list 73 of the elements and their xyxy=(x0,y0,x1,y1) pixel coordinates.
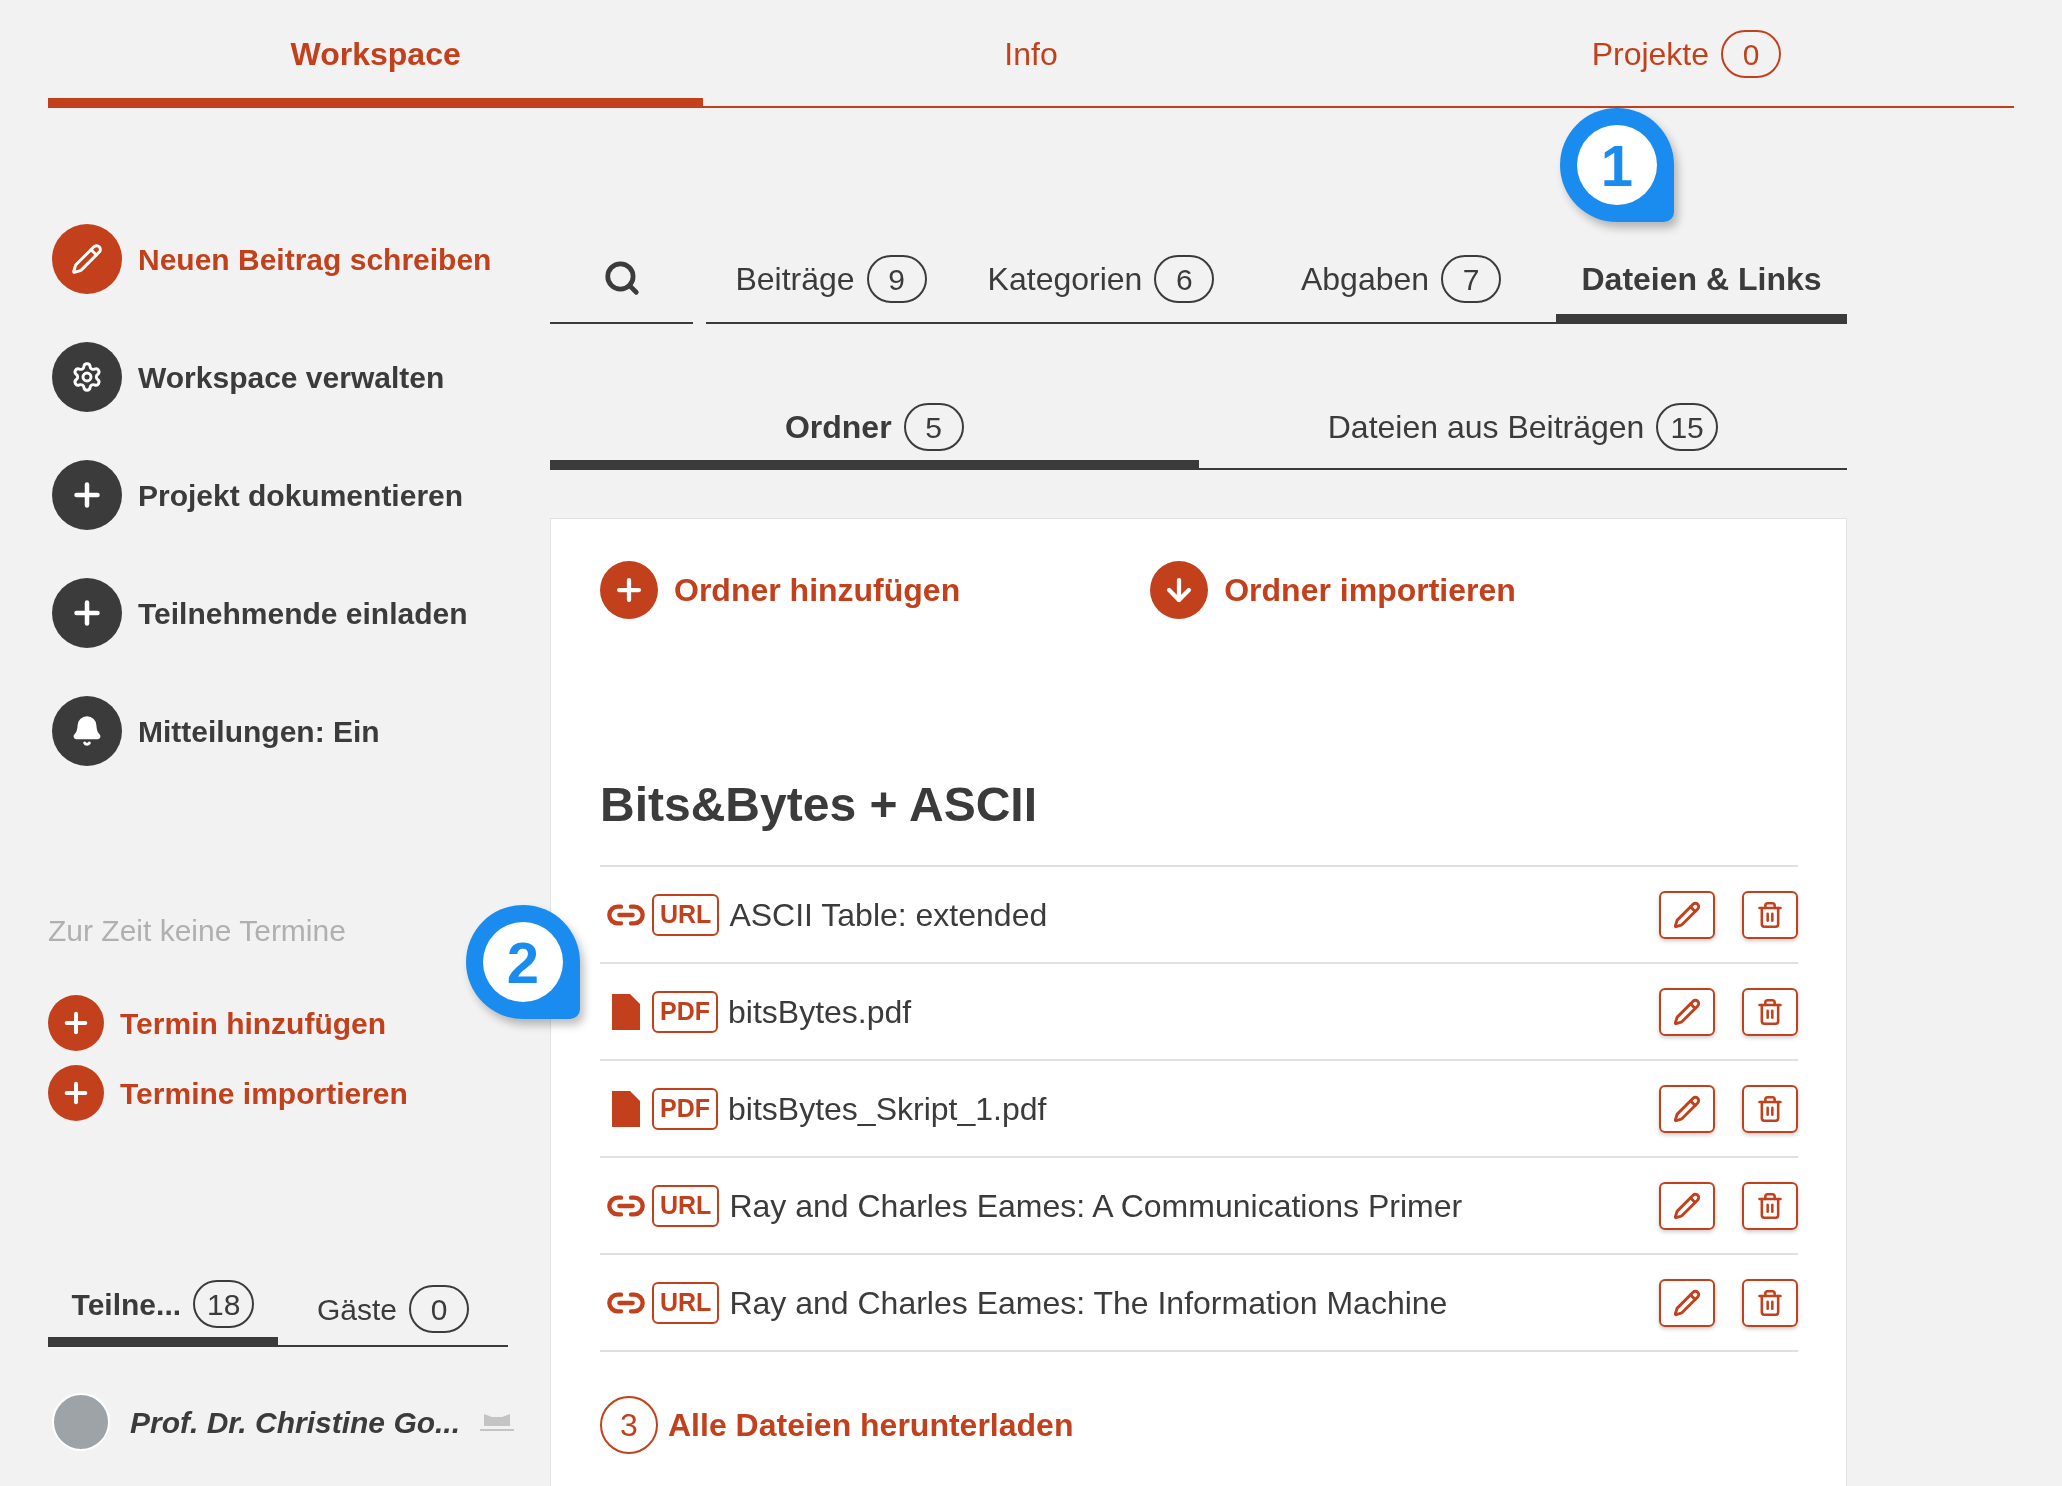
folder-tab[interactable]: Ordner 5 xyxy=(550,384,1199,470)
pencil-icon xyxy=(1673,1094,1701,1123)
file-icon xyxy=(612,993,640,1030)
count-badge: 18 xyxy=(193,1280,255,1328)
folder-title: Bits&Bytes + ASCII xyxy=(600,777,1038,833)
edit-button[interactable] xyxy=(1659,987,1715,1036)
delete-button[interactable] xyxy=(1742,890,1798,939)
member-name[interactable]: Prof. Dr. Christine Go... xyxy=(130,1399,461,1445)
file-name[interactable]: bitsBytes_Skript_1.pdf xyxy=(728,1084,1047,1133)
count-badge: 9 xyxy=(866,255,927,303)
file-name[interactable]: Ray and Charles Eames: The Information Machine xyxy=(729,1278,1448,1327)
sidebar-action[interactable]: Neuen Beitrag schreiben xyxy=(52,224,550,294)
sidebar-action[interactable]: Projekt dokumentieren xyxy=(52,460,550,530)
search-icon xyxy=(602,259,641,297)
folder-tab[interactable]: Dateien aus Beiträgen 15 xyxy=(1198,384,1847,470)
file-type-badge: URL xyxy=(652,893,720,936)
pencil-icon xyxy=(1673,997,1701,1026)
plus-icon xyxy=(48,995,104,1051)
event-action-link[interactable]: Termine importieren xyxy=(48,1065,408,1121)
count-badge: 0 xyxy=(409,1285,469,1333)
top-tab[interactable]: Info xyxy=(703,0,1359,108)
delete-button[interactable] xyxy=(1742,987,1798,1036)
count-badge: 6 xyxy=(1154,255,1215,303)
edit-button[interactable] xyxy=(1659,1181,1715,1230)
delete-button[interactable] xyxy=(1742,1181,1798,1230)
content-tab[interactable]: Beiträge 9 xyxy=(706,234,956,324)
plus-icon xyxy=(48,1065,104,1121)
empty-events-note: Zur Zeit keine Termine xyxy=(48,913,347,949)
trash-icon xyxy=(1756,1288,1784,1317)
file-type-badge: PDF xyxy=(652,1087,718,1130)
edit-button[interactable] xyxy=(1659,1278,1715,1327)
step-number: 3 xyxy=(600,1396,658,1454)
hat-icon xyxy=(480,1412,515,1432)
count-badge: 5 xyxy=(903,403,964,451)
pencil-icon xyxy=(1673,1288,1701,1317)
edit-button[interactable] xyxy=(1659,1084,1715,1133)
pencil-icon xyxy=(1673,1191,1701,1220)
member-tab[interactable]: Gäste 0 xyxy=(278,1271,508,1347)
sidebar-action[interactable]: Workspace verwalten xyxy=(52,342,550,412)
edit-button[interactable] xyxy=(1659,890,1715,939)
file-icon xyxy=(612,1090,640,1127)
trash-icon xyxy=(1756,997,1784,1026)
count-badge: 0 xyxy=(1721,30,1781,78)
delete-button[interactable] xyxy=(1742,1084,1798,1133)
top-tab[interactable]: Workspace xyxy=(48,0,704,108)
trash-icon xyxy=(1756,900,1784,929)
file-name[interactable]: ASCII Table: extended xyxy=(729,890,1048,939)
pencil-icon xyxy=(1673,900,1701,929)
file-name[interactable]: Ray and Charles Eames: A Communications Primer xyxy=(729,1181,1463,1230)
file-type-badge: URL xyxy=(652,1184,720,1227)
plus-icon xyxy=(600,561,658,619)
sidebar-action[interactable]: Teilnehmende einladen xyxy=(52,578,550,648)
folder-action-link[interactable]: Ordner importieren xyxy=(1150,561,1516,619)
folder-action-link[interactable]: Ordner hinzufügen xyxy=(600,561,961,619)
file-name[interactable]: bitsBytes.pdf xyxy=(728,987,912,1036)
count-badge: 7 xyxy=(1441,255,1502,303)
trash-icon xyxy=(1756,1191,1784,1220)
number-marker: 1 xyxy=(1560,108,1674,222)
delete-button[interactable] xyxy=(1742,1278,1798,1327)
download-all-link[interactable]: 3 Alle Dateien herunterladen xyxy=(600,1396,1797,1454)
content-tab[interactable]: Kategorien 6 xyxy=(956,234,1246,324)
arrow-down-icon xyxy=(1150,561,1209,619)
sidebar-action[interactable]: Mitteilungen: Ein xyxy=(52,696,550,766)
file-type-badge: URL xyxy=(652,1281,720,1324)
file-type-badge: PDF xyxy=(652,990,718,1033)
trash-icon xyxy=(1756,1094,1784,1123)
event-action-link[interactable]: Termin hinzufügen xyxy=(48,995,387,1051)
count-badge: 15 xyxy=(1656,403,1718,451)
top-tab[interactable]: Projekte 0 xyxy=(1358,0,2014,108)
content-tab[interactable]: Dateien & Links xyxy=(1556,234,1847,324)
number-marker: 2 xyxy=(466,905,580,1019)
content-tab[interactable]: Abgaben 7 xyxy=(1246,234,1556,324)
member-tab[interactable]: Teilne... 18 xyxy=(48,1271,278,1347)
